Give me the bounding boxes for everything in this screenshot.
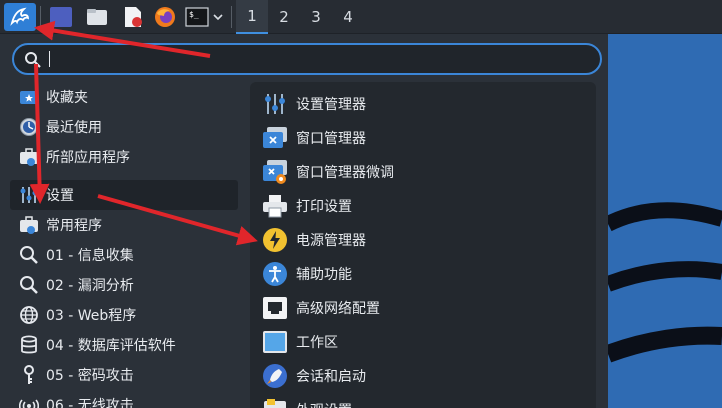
- category-favorites[interactable]: 收藏夹: [10, 82, 238, 112]
- category-label: 01 - 信息收集: [46, 248, 134, 264]
- taskbar: $_ 1 2 3 4: [0, 0, 722, 34]
- workspace-2[interactable]: 2: [268, 0, 300, 34]
- app-network-config[interactable]: 高级网络配置: [260, 292, 380, 324]
- wireless-icon: [18, 394, 40, 408]
- app-label: 工作区: [296, 335, 338, 351]
- workspace-4[interactable]: 4: [332, 0, 364, 34]
- settings-sliders-icon: [260, 89, 290, 119]
- app-label: 窗口管理器: [296, 131, 366, 147]
- category-common[interactable]: 常用程序: [10, 210, 238, 240]
- app-label: 电源管理器: [296, 233, 366, 249]
- category-vuln-analysis[interactable]: 02 - 漏洞分析: [10, 270, 238, 300]
- category-label: 04 - 数据库评估软件: [46, 338, 176, 354]
- search-icon: [25, 52, 41, 68]
- app-session-startup[interactable]: 会话和启动: [260, 360, 366, 392]
- window-tweaks-icon: [260, 157, 290, 187]
- app-settings-manager[interactable]: 设置管理器: [260, 88, 366, 120]
- desktop-wallpaper: [608, 34, 722, 408]
- magnifier-icon: [18, 244, 40, 266]
- desktop-icon[interactable]: [48, 3, 74, 31]
- magnifier-icon: [18, 274, 40, 296]
- text-editor-icon[interactable]: [120, 3, 146, 31]
- app-label: 外观设置: [296, 400, 352, 408]
- category-web-apps[interactable]: 03 - Web程序: [10, 300, 238, 330]
- app-label: 设置管理器: [296, 97, 366, 113]
- power-icon: [260, 225, 290, 255]
- category-wireless-attacks[interactable]: 06 - 无线攻击: [10, 390, 238, 408]
- app-power-manager[interactable]: 电源管理器: [260, 224, 366, 256]
- file-manager-icon[interactable]: [84, 3, 110, 31]
- app-accessibility[interactable]: 辅助功能: [260, 258, 352, 290]
- workspace-1[interactable]: 1: [236, 0, 268, 34]
- network-port-icon: [260, 293, 290, 323]
- settings-sliders-icon: [18, 184, 40, 206]
- category-all-apps[interactable]: 所部应用程序: [10, 142, 238, 172]
- category-password-attacks[interactable]: 05 - 密码攻击: [10, 360, 238, 390]
- terminal-icon[interactable]: $_: [184, 3, 210, 31]
- clock-icon: [18, 116, 40, 138]
- category-label: 06 - 无线攻击: [46, 398, 134, 408]
- rocket-icon: [260, 361, 290, 391]
- app-label: 高级网络配置: [296, 301, 380, 317]
- accessibility-icon: [260, 259, 290, 289]
- category-info-gathering[interactable]: 01 - 信息收集: [10, 240, 238, 270]
- category-settings[interactable]: 设置: [10, 180, 238, 210]
- globe-icon: [18, 304, 40, 326]
- window-manager-icon: [260, 123, 290, 153]
- category-label: 设置: [46, 188, 74, 204]
- workspace-3[interactable]: 3: [300, 0, 332, 34]
- workspace-icon: [260, 327, 290, 357]
- text-caret: [49, 51, 50, 67]
- app-print-settings[interactable]: 打印设置: [260, 190, 352, 222]
- app-window-manager-tweaks[interactable]: 窗口管理器微调: [260, 156, 394, 188]
- briefcase-icon: [18, 146, 40, 168]
- category-database[interactable]: 04 - 数据库评估软件: [10, 330, 238, 360]
- star-folder-icon: [18, 86, 40, 108]
- key-icon: [18, 364, 40, 386]
- printer-icon: [260, 191, 290, 221]
- app-label: 辅助功能: [296, 267, 352, 283]
- briefcase-icon: [18, 214, 40, 236]
- firefox-icon[interactable]: [152, 3, 178, 31]
- kali-dragon-icon[interactable]: [4, 3, 36, 31]
- app-window-manager[interactable]: 窗口管理器: [260, 122, 366, 154]
- app-workspaces[interactable]: 工作区: [260, 326, 338, 358]
- app-label: 打印设置: [296, 199, 352, 215]
- category-label: 05 - 密码攻击: [46, 368, 134, 384]
- taskbar-separator: [231, 6, 232, 28]
- application-menu: 收藏夹 最近使用 所部应用程序 设置 常用程序 01 - 信息收集 02 - 漏…: [0, 34, 608, 408]
- chevron-down-icon[interactable]: [210, 3, 226, 31]
- app-label: 窗口管理器微调: [296, 165, 394, 181]
- category-label: 最近使用: [46, 120, 102, 136]
- app-label: 会话和启动: [296, 369, 366, 385]
- taskbar-separator: [40, 6, 41, 28]
- category-label: 常用程序: [46, 218, 102, 234]
- app-list-panel: 设置管理器 窗口管理器 窗口管理器微调 打印设置 电源管理器 辅助功能 高级网络…: [250, 82, 596, 408]
- app-appearance[interactable]: 外观设置: [260, 394, 352, 408]
- search-input[interactable]: [12, 43, 602, 75]
- appearance-icon: [260, 395, 290, 408]
- category-label: 所部应用程序: [46, 150, 130, 166]
- category-label: 02 - 漏洞分析: [46, 278, 134, 294]
- category-recent[interactable]: 最近使用: [10, 112, 238, 142]
- database-icon: [18, 334, 40, 356]
- category-label: 03 - Web程序: [46, 308, 137, 324]
- svg-text:$_: $_: [189, 10, 199, 19]
- category-label: 收藏夹: [46, 90, 88, 106]
